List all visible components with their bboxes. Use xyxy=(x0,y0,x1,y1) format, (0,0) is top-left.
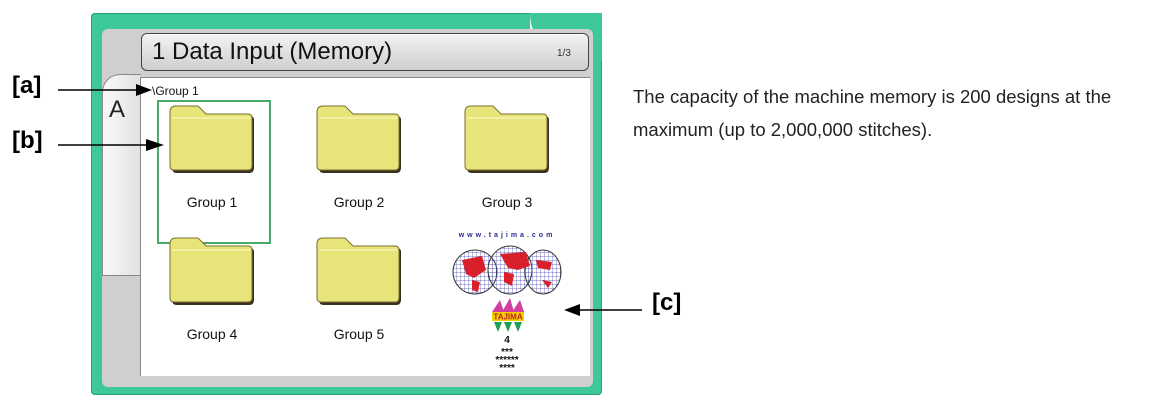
arrow-c-head xyxy=(564,304,580,316)
callout-arrows xyxy=(58,84,642,316)
arrow-b-head xyxy=(146,139,164,151)
memory-capacity-description: The capacity of the machine memory is 20… xyxy=(633,86,1112,140)
arrow-a-head xyxy=(136,84,152,96)
